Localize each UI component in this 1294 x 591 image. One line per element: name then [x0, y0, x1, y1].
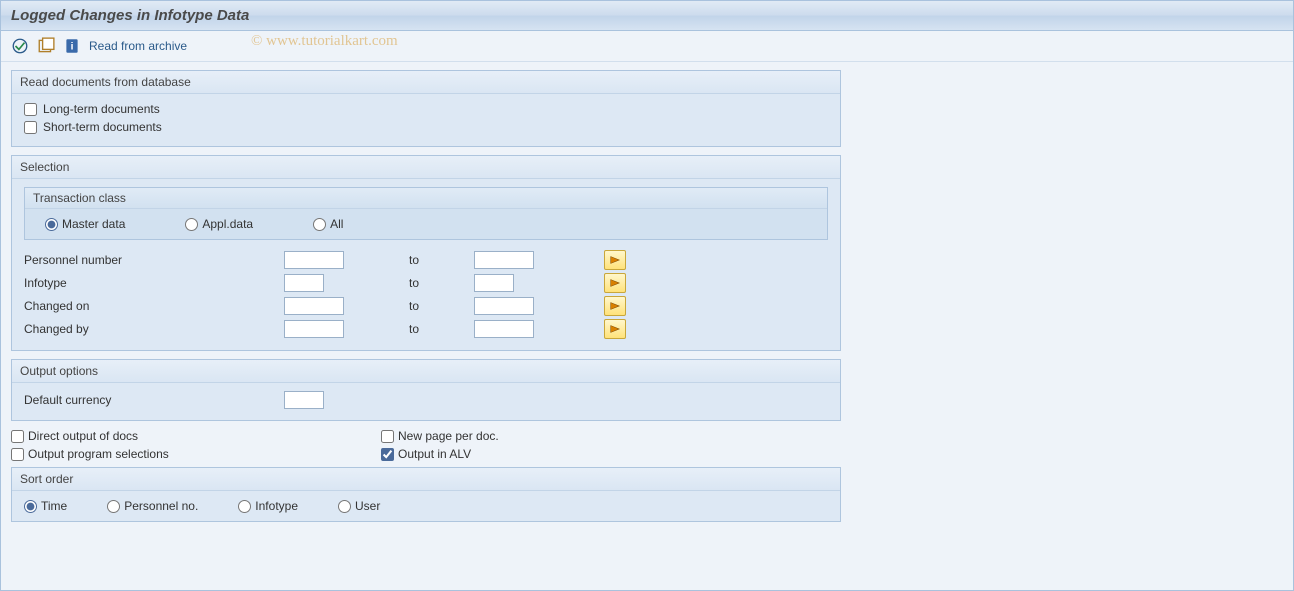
to-label: to [394, 253, 434, 267]
radio-sort-infotype[interactable]: Infotype [238, 499, 298, 513]
output-program-selections-checkbox[interactable] [11, 448, 24, 461]
infotype-from-input[interactable] [284, 274, 324, 292]
group-sort-order: Sort order Time Personnel no. Infotype [11, 467, 841, 522]
default-currency-input[interactable] [284, 391, 324, 409]
radio-sort-personnel[interactable]: Personnel no. [107, 499, 198, 513]
output-program-selections-label: Output program selections [28, 447, 169, 461]
changed-by-multi-button[interactable] [604, 319, 626, 339]
infotype-label: Infotype [24, 276, 284, 290]
radio-appl-data[interactable]: Appl.data [185, 217, 253, 231]
changed-by-from-input[interactable] [284, 320, 344, 338]
changed-on-to-input[interactable] [474, 297, 534, 315]
group-selection: Selection Transaction class Master data [11, 155, 841, 351]
direct-output-checkbox[interactable] [11, 430, 24, 443]
group-sort-title: Sort order [12, 468, 840, 491]
page-title: Logged Changes in Infotype Data [1, 1, 1293, 31]
personnel-number-to-input[interactable] [474, 251, 534, 269]
changed-on-multi-button[interactable] [604, 296, 626, 316]
radio-sort-personnel-label: Personnel no. [124, 499, 198, 513]
default-currency-label: Default currency [24, 393, 284, 407]
changed-by-label: Changed by [24, 322, 284, 336]
group-output-options: Output options Default currency [11, 359, 841, 421]
radio-master-data-label: Master data [62, 217, 125, 231]
long-term-documents-checkbox[interactable] [24, 103, 37, 116]
changed-on-from-input[interactable] [284, 297, 344, 315]
group-selection-title: Selection [12, 156, 840, 179]
new-page-per-doc-checkbox[interactable] [381, 430, 394, 443]
group-read-title: Read documents from database [12, 71, 840, 94]
to-label: to [394, 276, 434, 290]
output-in-alv-checkbox[interactable] [381, 448, 394, 461]
personnel-number-from-input[interactable] [284, 251, 344, 269]
direct-output-label: Direct output of docs [28, 429, 138, 443]
new-page-per-doc-label: New page per doc. [398, 429, 499, 443]
long-term-documents-label: Long-term documents [43, 102, 160, 116]
to-label: to [394, 299, 434, 313]
output-in-alv-label: Output in ALV [398, 447, 471, 461]
changed-by-to-input[interactable] [474, 320, 534, 338]
info-icon[interactable]: i [63, 37, 81, 55]
read-from-archive-button[interactable]: Read from archive [89, 39, 187, 53]
radio-all-label: All [330, 217, 343, 231]
group-transaction-class: Transaction class Master data Appl.data [24, 187, 828, 240]
variant-icon[interactable] [37, 37, 55, 55]
group-output-title: Output options [12, 360, 840, 383]
radio-appl-data-label: Appl.data [202, 217, 253, 231]
radio-sort-user[interactable]: User [338, 499, 380, 513]
svg-text:i: i [71, 41, 74, 52]
bottom-options: Direct output of docs Output program sel… [11, 429, 841, 461]
short-term-documents-label: Short-term documents [43, 120, 162, 134]
radio-master-data[interactable]: Master data [45, 217, 125, 231]
short-term-documents-checkbox[interactable] [24, 121, 37, 134]
radio-all[interactable]: All [313, 217, 343, 231]
personnel-number-multi-button[interactable] [604, 250, 626, 270]
radio-sort-infotype-label: Infotype [255, 499, 298, 513]
changed-on-label: Changed on [24, 299, 284, 313]
toolbar: i Read from archive © www.tutorialkart.c… [1, 31, 1293, 62]
watermark-text: © www.tutorialkart.com [251, 33, 398, 50]
transaction-class-title: Transaction class [25, 188, 827, 209]
radio-sort-user-label: User [355, 499, 380, 513]
to-label: to [394, 322, 434, 336]
group-read-documents: Read documents from database Long-term d… [11, 70, 841, 147]
execute-icon[interactable] [11, 37, 29, 55]
radio-sort-time[interactable]: Time [24, 499, 67, 513]
infotype-to-input[interactable] [474, 274, 514, 292]
personnel-number-label: Personnel number [24, 253, 284, 267]
infotype-multi-button[interactable] [604, 273, 626, 293]
radio-sort-time-label: Time [41, 499, 67, 513]
